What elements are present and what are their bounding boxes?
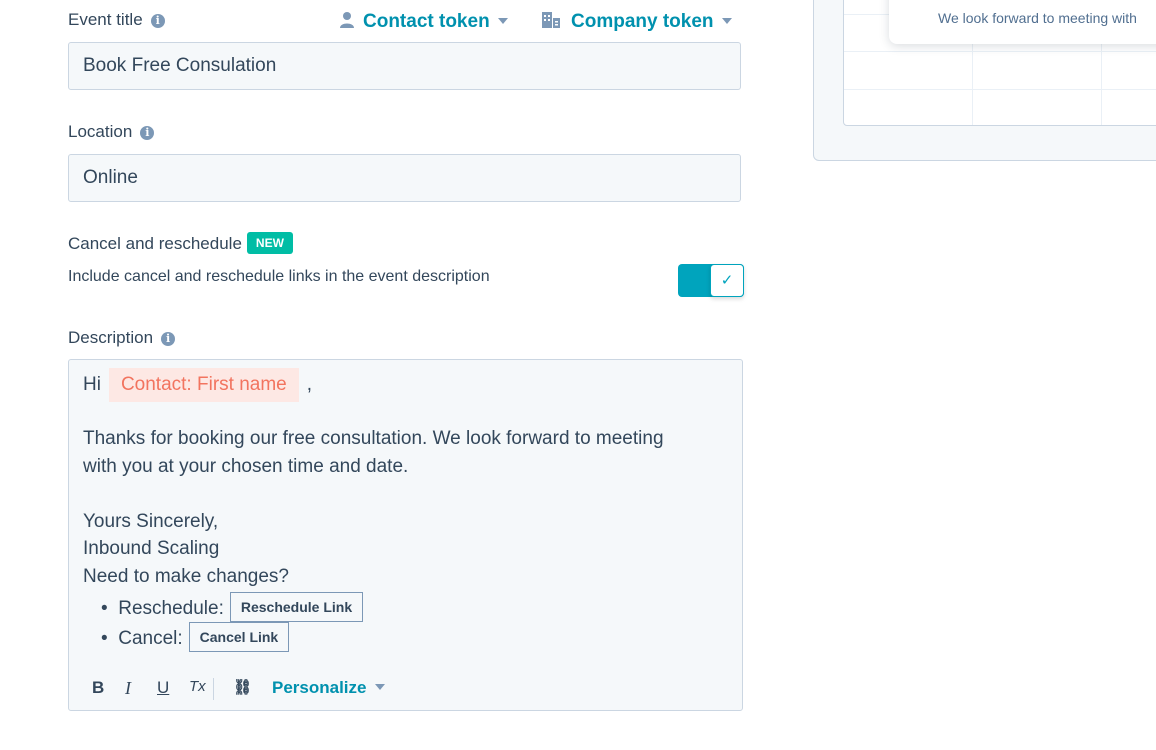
new-badge: NEW bbox=[246, 232, 293, 254]
calendar-gridline bbox=[844, 51, 1156, 52]
greeting-comma: , bbox=[306, 374, 313, 395]
bullet: • bbox=[101, 598, 119, 619]
company-building-icon bbox=[542, 12, 560, 28]
personalize-label: Personalize bbox=[272, 678, 367, 697]
info-icon[interactable]: i bbox=[161, 332, 176, 346]
event-title-input[interactable]: Book Free Consulation bbox=[68, 42, 741, 90]
link-icon[interactable]: ⛓ bbox=[233, 678, 252, 696]
cancel-reschedule-label: Cancel and reschedule NEW bbox=[68, 232, 293, 254]
signoff-line: Yours Sincerely, bbox=[83, 511, 219, 532]
list-item-cancel: • Cancel: Cancel Link bbox=[101, 622, 290, 652]
list-item-reschedule: • Reschedule: Reschedule Link bbox=[101, 592, 364, 622]
event-title-label-text: Event title bbox=[68, 10, 143, 29]
bold-button[interactable]: B bbox=[92, 678, 104, 698]
body-line-1: Thanks for booking our free consultation… bbox=[83, 428, 664, 449]
body-line-2: with you at your chosen time and date. bbox=[83, 456, 409, 477]
cancel-reschedule-description: Include cancel and reschedule links in t… bbox=[68, 268, 490, 285]
event-title-label: Event title i bbox=[68, 10, 165, 30]
info-icon[interactable]: i bbox=[150, 14, 165, 28]
contact-token-dropdown[interactable]: Contact token bbox=[339, 11, 508, 33]
underline-button[interactable]: U bbox=[157, 678, 169, 698]
chevron-down-icon bbox=[721, 18, 732, 24]
description-label: Description i bbox=[68, 328, 176, 348]
info-icon[interactable]: i bbox=[140, 126, 155, 140]
changes-prompt: Need to make changes? bbox=[83, 566, 289, 587]
greeting-line: Hi Contact: First name, bbox=[83, 368, 312, 402]
personalize-dropdown[interactable]: Personalize bbox=[272, 678, 385, 698]
cancel-reschedule-toggle[interactable]: ✓ bbox=[678, 264, 744, 297]
description-label-text: Description bbox=[68, 328, 154, 347]
toolbar-divider bbox=[213, 678, 214, 700]
cancel-link-token[interactable]: Cancel Link bbox=[188, 622, 290, 652]
company-line: Inbound Scaling bbox=[83, 538, 220, 559]
checkmark-icon: ✓ bbox=[710, 264, 744, 297]
location-label: Location i bbox=[68, 122, 155, 142]
preview-event-popup: We look forward to meeting with bbox=[889, 0, 1156, 44]
contact-token-label: Contact token bbox=[363, 11, 490, 32]
location-input[interactable]: Online bbox=[68, 154, 741, 202]
clear-format-button[interactable]: Tx bbox=[189, 678, 206, 695]
cancel-reschedule-label-text: Cancel and reschedule bbox=[68, 234, 242, 253]
italic-button[interactable]: I bbox=[125, 678, 131, 699]
contact-person-icon bbox=[340, 12, 354, 28]
chevron-down-icon bbox=[374, 684, 385, 690]
company-token-label: Company token bbox=[571, 11, 714, 32]
contact-first-name-token[interactable]: Contact: First name bbox=[108, 368, 299, 402]
bullet: • bbox=[101, 628, 119, 649]
calendar-gridline bbox=[844, 89, 1156, 90]
location-label-text: Location bbox=[68, 122, 133, 141]
cancel-label: Cancel: bbox=[118, 628, 183, 649]
company-token-dropdown[interactable]: Company token bbox=[541, 11, 732, 33]
preview-snippet: We look forward to meeting with bbox=[938, 10, 1137, 26]
chevron-down-icon bbox=[497, 18, 508, 24]
description-editor[interactable]: Hi Contact: First name, Thanks for bookin… bbox=[68, 359, 743, 711]
reschedule-label: Reschedule: bbox=[118, 598, 224, 619]
reschedule-link-token[interactable]: Reschedule Link bbox=[229, 592, 364, 622]
greeting-text: Hi bbox=[83, 374, 101, 395]
